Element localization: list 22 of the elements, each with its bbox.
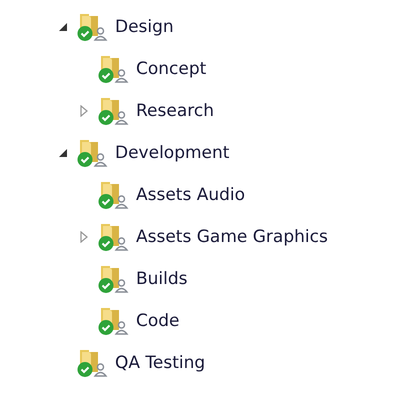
collapsed-arrow-icon[interactable] <box>79 105 89 117</box>
shared-folder-icon <box>97 180 129 210</box>
shared-folder-icon <box>97 306 129 336</box>
folder-name[interactable]: QA Testing <box>115 353 206 373</box>
folder-name[interactable]: Design <box>115 17 174 37</box>
expanded-arrow-icon[interactable] <box>58 148 68 158</box>
shared-folder-icon <box>97 222 129 252</box>
folder-name[interactable]: Assets Game Graphics <box>136 227 328 247</box>
shared-folder-icon <box>76 348 108 378</box>
expanded-arrow-icon[interactable] <box>58 22 68 32</box>
shared-folder-icon <box>97 54 129 84</box>
shared-folder-icon <box>76 12 108 42</box>
folder-name[interactable]: Builds <box>136 269 188 289</box>
collapsed-arrow-icon[interactable] <box>79 231 89 243</box>
folder-name[interactable]: Concept <box>136 59 206 79</box>
shared-folder-icon <box>97 264 129 294</box>
shared-folder-icon <box>97 96 129 126</box>
folder-name[interactable]: Assets Audio <box>136 185 246 205</box>
shared-folder-icon <box>76 138 108 168</box>
folder-name[interactable]: Development <box>115 143 230 163</box>
folder-name[interactable]: Code <box>136 311 180 331</box>
folder-name[interactable]: Research <box>136 101 214 121</box>
